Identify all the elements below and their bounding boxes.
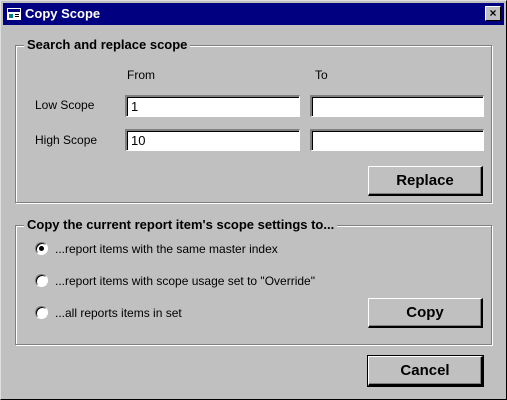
copy-scope-dialog: Copy Scope × Search and replace scope Fr… — [0, 0, 507, 400]
title-bar[interactable]: Copy Scope × — [3, 3, 504, 25]
low-scope-label: Low Scope — [35, 98, 95, 112]
high-scope-label: High Scope — [35, 133, 98, 147]
window-title: Copy Scope — [25, 6, 101, 21]
replace-button[interactable]: Replace — [368, 166, 483, 196]
cancel-button[interactable]: Cancel — [367, 355, 484, 387]
low-scope-to-input[interactable] — [310, 95, 484, 117]
to-column-header: To — [315, 68, 328, 82]
high-scope-from-input[interactable] — [125, 129, 300, 151]
radio-button-selected[interactable] — [35, 242, 48, 255]
copy-button[interactable]: Copy — [368, 298, 483, 328]
radio-label: ...report items with scope usage set to … — [55, 274, 315, 288]
search-replace-group-title: Search and replace scope — [24, 37, 191, 53]
high-scope-to-input[interactable] — [310, 129, 484, 151]
close-icon: × — [489, 6, 497, 20]
app-window-icon — [7, 8, 21, 20]
copy-settings-group-title: Copy the current report item's scope set… — [24, 217, 338, 233]
from-column-header: From — [127, 68, 155, 82]
radio-label: ...report items with the same master ind… — [55, 242, 278, 256]
radio-dot-icon — [39, 246, 44, 251]
radio-button[interactable] — [35, 274, 48, 287]
low-scope-from-input[interactable] — [125, 95, 300, 117]
radio-label: ...all reports items in set — [55, 306, 182, 320]
close-button[interactable]: × — [485, 6, 501, 21]
radio-button[interactable] — [35, 306, 48, 319]
